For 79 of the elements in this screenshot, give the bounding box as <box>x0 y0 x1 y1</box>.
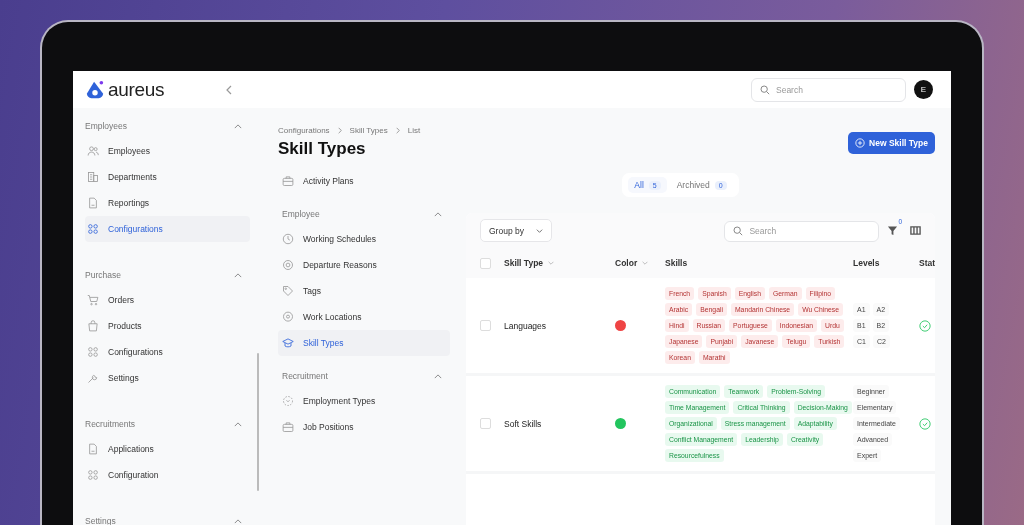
logo-icon <box>85 79 105 100</box>
group-by-dropdown[interactable]: Group by <box>480 219 552 242</box>
tag-icon <box>282 285 294 297</box>
sidebar-item[interactable]: Reportings <box>85 190 250 216</box>
grid-icon <box>87 223 99 235</box>
sidebar-group-title: Settings <box>85 516 116 525</box>
sidebar-item[interactable]: Employees <box>85 138 250 164</box>
chevron-up-icon[interactable] <box>434 373 442 379</box>
settings-nav-item[interactable]: Working Schedules <box>278 226 450 252</box>
user-avatar[interactable]: E <box>914 80 933 99</box>
chevron-up-icon[interactable] <box>234 421 242 427</box>
page-title: Skill Types <box>278 139 366 159</box>
settings-nav-item[interactable]: Job Positions <box>278 414 450 440</box>
search-field[interactable]: Search <box>724 220 880 242</box>
document-icon <box>87 443 99 455</box>
sidebar-group-title: Employees <box>85 121 128 131</box>
sidebar-item[interactable]: Departments <box>85 164 250 190</box>
sidebar-item[interactable]: Applications <box>85 436 250 462</box>
settings-nav-item[interactable]: Departure Reasons <box>278 252 450 278</box>
users-icon <box>87 145 99 157</box>
sidebar-item[interactable]: Configurations <box>85 216 250 242</box>
search-field[interactable]: Search <box>751 77 906 102</box>
cart-icon <box>87 294 99 306</box>
chevron-left-icon[interactable] <box>226 84 233 95</box>
briefcase-icon <box>282 421 294 433</box>
document-icon <box>87 197 99 209</box>
column-header: Skills <box>665 258 689 268</box>
chevron-up-icon[interactable] <box>234 518 242 524</box>
row-checkbox[interactable] <box>480 418 491 429</box>
sidebar-item[interactable]: Settings <box>85 365 250 391</box>
filter-icon[interactable] <box>887 225 899 236</box>
breadcrumb-link[interactable]: List <box>407 126 421 135</box>
bag-icon <box>87 320 99 332</box>
logo-text: aureus <box>108 78 165 101</box>
settings-group-title: Employee <box>282 209 320 219</box>
chevron-down-icon[interactable] <box>642 261 649 265</box>
chevron-right-icon <box>337 127 342 134</box>
skill-type-name: Soft Skills <box>504 418 543 429</box>
settings-nav-item[interactable]: Activity Plans <box>278 168 450 194</box>
columns-icon[interactable] <box>910 225 921 236</box>
breadcrumb-link[interactable]: Skill Types <box>349 126 388 135</box>
wrench-icon <box>87 372 99 384</box>
settings-group-title: Recruitment <box>282 371 328 381</box>
search-icon <box>733 225 744 236</box>
graduation-cap-icon <box>282 337 294 349</box>
grid-icon <box>87 469 99 481</box>
settings-nav-item[interactable]: Employment Types <box>278 388 450 414</box>
settings-nav-item[interactable]: Skill Types <box>278 330 450 356</box>
sidebar-item[interactable]: Orders <box>85 287 250 313</box>
skill-type-name: Languages <box>504 320 548 331</box>
briefcase-icon <box>282 175 294 187</box>
sidebar-item[interactable]: Configurations <box>85 339 250 365</box>
column-header: Levels <box>853 258 881 268</box>
row-checkbox[interactable] <box>480 320 491 331</box>
breadcrumb-link[interactable]: Configurations <box>278 126 330 135</box>
scrollbar[interactable] <box>257 353 259 491</box>
sidebar-group-title: Recruitments <box>85 419 136 429</box>
chevron-right-icon <box>395 127 400 134</box>
chevron-down-icon <box>535 228 543 233</box>
settings-nav-item[interactable]: Tags <box>278 278 450 304</box>
column-header: Stat <box>919 258 935 268</box>
plus-circle-icon <box>855 138 866 148</box>
sidebar-group-title: Purchase <box>85 270 121 280</box>
column-header[interactable]: Skill Type <box>504 258 615 268</box>
chevron-up-icon[interactable] <box>234 123 242 129</box>
building-icon <box>87 171 99 183</box>
clock-icon <box>282 233 294 245</box>
sidebar-item[interactable]: Products <box>85 313 250 339</box>
grid-icon <box>87 346 99 358</box>
column-header[interactable]: Color <box>615 258 665 268</box>
settings-nav-item[interactable]: Work Locations <box>278 304 450 330</box>
search-icon <box>760 84 770 95</box>
sidebar-item[interactable]: Configuration <box>85 462 250 488</box>
chevron-up-icon[interactable] <box>234 272 242 278</box>
new-skill-type-button[interactable]: New Skill Type <box>848 132 935 154</box>
chevron-up-icon[interactable] <box>434 211 442 217</box>
dashed-circle-icon <box>282 395 294 407</box>
select-all-checkbox[interactable] <box>480 257 491 269</box>
chevron-down-icon[interactable] <box>548 261 555 265</box>
